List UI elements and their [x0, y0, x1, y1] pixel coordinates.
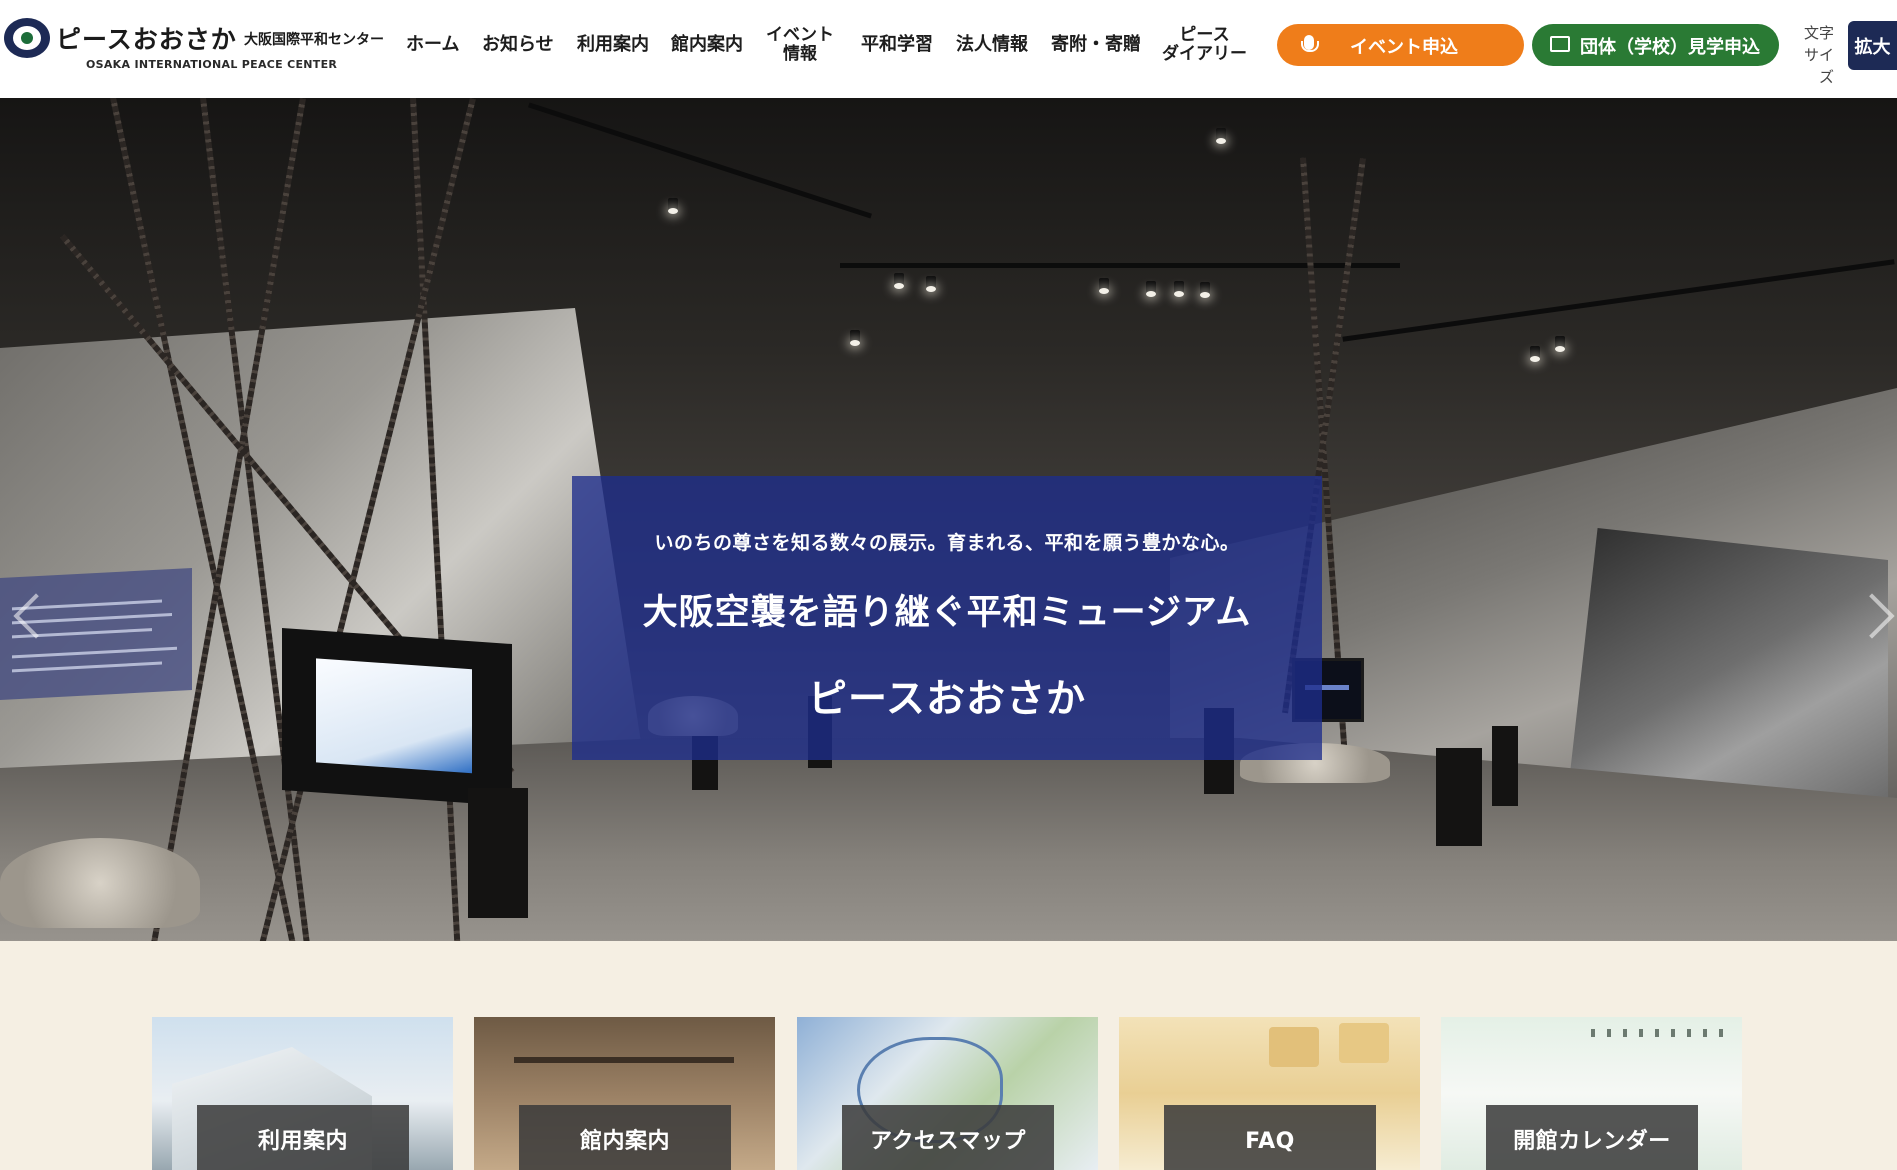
exhibit-pedestal	[1492, 726, 1518, 806]
font-size-label-line1: 文字	[1803, 24, 1834, 42]
font-size-label: 文字 サイズ	[1790, 22, 1834, 88]
card-floor-guide-label: 館内案内	[519, 1105, 731, 1170]
hero-caption: いのちの尊さを知る数々の展示。育まれる、平和を願う豊かな心。 大阪空襲を語り継ぐ…	[572, 476, 1322, 760]
slider-prev-button[interactable]	[8, 588, 59, 646]
logo-name: ピースおおさか	[56, 25, 237, 54]
flag-icon	[1550, 36, 1570, 52]
ceiling-light	[1555, 336, 1565, 352]
nav-home[interactable]: ホーム	[406, 35, 459, 55]
hero-title: 大阪空襲を語り継ぐ平和ミュージアム	[642, 593, 1252, 633]
slider-next-button[interactable]	[1849, 588, 1895, 646]
logo-english: OSAKA INTERNATIONAL PEACE CENTER	[86, 58, 338, 71]
nav-floor-guide[interactable]: 館内案内	[671, 35, 743, 55]
ceiling-light	[1099, 278, 1109, 294]
nav-event-info-line1: イベント	[766, 25, 834, 45]
hero-subtitle: いのちの尊さを知る数々の展示。育まれる、平和を願う豊かな心。	[654, 532, 1240, 554]
card-calendar[interactable]: 開館カレンダー	[1441, 1017, 1742, 1170]
hero-slider: いのちの尊さを知る数々の展示。育まれる、平和を願う豊かな心。 大阪空襲を語り継ぐ…	[0, 98, 1897, 941]
peace-osaka-logo-icon	[4, 18, 50, 58]
exhibit-monitor	[282, 627, 512, 807]
nav-usage-guide[interactable]: 利用案内	[577, 35, 649, 55]
nav-peace-diary-line1: ピース	[1179, 25, 1230, 45]
ceiling-beam	[1342, 259, 1895, 342]
nav-corporate-info[interactable]: 法人情報	[956, 35, 1028, 55]
group-visit-apply-button[interactable]: 団体（学校）見学申込	[1532, 24, 1779, 66]
ceiling-beam	[840, 263, 1400, 268]
nav-event-info[interactable]: イベント 情報	[766, 26, 834, 64]
card-calendar-label: 開館カレンダー	[1486, 1105, 1698, 1170]
ceiling-light	[926, 276, 936, 292]
group-visit-apply-label: 団体（学校）見学申込	[1580, 37, 1760, 58]
exhibit-rubble	[0, 838, 200, 928]
card-floor-guide[interactable]: 館内案内	[474, 1017, 775, 1170]
site-header: ピースおおさか 大阪国際平和センター OSAKA INTERNATIONAL P…	[0, 0, 1897, 98]
event-apply-button[interactable]: イベント申込	[1277, 24, 1524, 66]
ceiling-light	[668, 198, 678, 214]
nav-event-info-line2: 情報	[783, 44, 817, 64]
ceiling-light	[1146, 281, 1156, 297]
ceiling-light	[894, 273, 904, 289]
logo-subtitle: 大阪国際平和センター	[244, 32, 384, 48]
card-usage-guide-label: 利用案内	[197, 1105, 409, 1170]
microphone-icon	[1301, 35, 1319, 52]
exhibit-pedestal	[1436, 748, 1482, 846]
nav-peace-diary-line2: ダイアリー	[1162, 44, 1247, 64]
nav-peace-diary[interactable]: ピース ダイアリー	[1162, 26, 1247, 64]
ceiling-light	[1530, 346, 1540, 362]
card-faq[interactable]: FAQ	[1119, 1017, 1420, 1170]
ceiling-light	[1216, 128, 1226, 144]
font-size-label-line2: サイズ	[1803, 46, 1834, 86]
hero-brand: ピースおおさか	[807, 677, 1087, 722]
event-apply-label: イベント申込	[1350, 37, 1458, 58]
quick-links: 利用案内 館内案内 アクセスマップ FAQ 開館カレンダー	[0, 941, 1897, 1170]
nav-donation[interactable]: 寄附・寄贈	[1051, 35, 1141, 55]
card-usage-guide[interactable]: 利用案内	[152, 1017, 453, 1170]
nav-news[interactable]: お知らせ	[482, 35, 554, 55]
card-faq-label: FAQ	[1164, 1105, 1376, 1170]
ceiling-light	[1200, 282, 1210, 298]
ceiling-beam	[528, 102, 872, 219]
ceiling-light	[1174, 281, 1184, 297]
site-logo[interactable]: ピースおおさか 大阪国際平和センター OSAKA INTERNATIONAL P…	[4, 18, 384, 74]
ceiling-light	[850, 330, 860, 346]
card-access-map-label: アクセスマップ	[842, 1105, 1054, 1170]
exhibit-pedestal	[468, 788, 528, 918]
nav-peace-learning[interactable]: 平和学習	[861, 35, 933, 55]
card-access-map[interactable]: アクセスマップ	[797, 1017, 1098, 1170]
font-size-enlarge-button[interactable]: 拡大	[1848, 21, 1897, 70]
